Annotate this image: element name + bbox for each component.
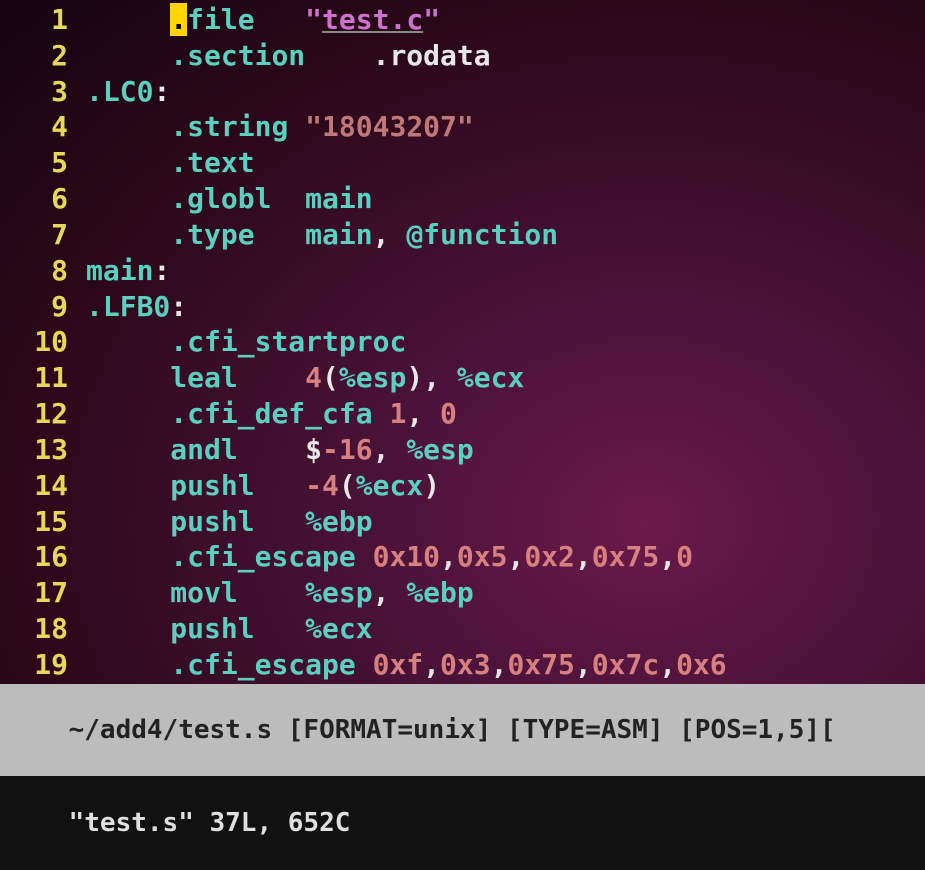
- line-number: 17: [8, 575, 86, 611]
- code-line[interactable]: 16 .cfi_escape 0x10,0x5,0x2,0x75,0: [0, 539, 925, 575]
- line-number: 18: [8, 611, 86, 647]
- code-line[interactable]: 2 .section .rodata: [0, 38, 925, 74]
- code-line[interactable]: 8main:: [0, 253, 925, 289]
- code-content: .globl main: [86, 181, 925, 217]
- cmdline-text: "test.s" 37L, 652C: [69, 808, 351, 838]
- line-number: 10: [8, 324, 86, 360]
- line-number: 15: [8, 504, 86, 540]
- code-area[interactable]: 1 .file "test.c"2 .section .rodata3.LC0:…: [0, 0, 925, 684]
- code-content: .file "test.c": [86, 2, 925, 38]
- status-pos: [POS=1,5][: [679, 715, 836, 745]
- code-content: movl %esp, %ebp: [86, 575, 925, 611]
- code-line[interactable]: 14 pushl -4(%ecx): [0, 468, 925, 504]
- editor-window: 1 .file "test.c"2 .section .rodata3.LC0:…: [0, 0, 925, 870]
- code-content: .text: [86, 145, 925, 181]
- code-line[interactable]: 11 leal 4(%esp), %ecx: [0, 360, 925, 396]
- code-line[interactable]: 3.LC0:: [0, 74, 925, 110]
- code-content: .cfi_startproc: [86, 324, 925, 360]
- code-content: .cfi_escape 0x10,0x5,0x2,0x75,0: [86, 539, 925, 575]
- status-format: [FORMAT=unix]: [288, 715, 492, 745]
- code-content: .type main, @function: [86, 217, 925, 253]
- code-line[interactable]: 9.LFB0:: [0, 289, 925, 325]
- code-line[interactable]: 4 .string "18043207": [0, 109, 925, 145]
- code-line[interactable]: 1 .file "test.c": [0, 2, 925, 38]
- code-line[interactable]: 6 .globl main: [0, 181, 925, 217]
- line-number: 13: [8, 432, 86, 468]
- line-number: 1: [8, 2, 86, 38]
- line-number: 7: [8, 217, 86, 253]
- code-content: .section .rodata: [86, 38, 925, 74]
- code-content: .cfi_def_cfa 1, 0: [86, 396, 925, 432]
- code-line[interactable]: 17 movl %esp, %ebp: [0, 575, 925, 611]
- line-number: 5: [8, 145, 86, 181]
- line-number: 6: [8, 181, 86, 217]
- code-content: pushl -4(%ecx): [86, 468, 925, 504]
- code-line[interactable]: 13 andl $-16, %esp: [0, 432, 925, 468]
- line-number: 9: [8, 289, 86, 325]
- status-bar: ~/add4/test.s [FORMAT=unix] [TYPE=ASM] […: [0, 684, 925, 776]
- line-number: 8: [8, 253, 86, 289]
- line-number: 12: [8, 396, 86, 432]
- code-content: pushl %ebp: [86, 504, 925, 540]
- line-number: 11: [8, 360, 86, 396]
- line-number: 3: [8, 74, 86, 110]
- code-line[interactable]: 15 pushl %ebp: [0, 504, 925, 540]
- status-path: ~/add4/test.s: [69, 715, 273, 745]
- code-content: pushl %ecx: [86, 611, 925, 647]
- line-number: 2: [8, 38, 86, 74]
- code-line[interactable]: 18 pushl %ecx: [0, 611, 925, 647]
- code-line[interactable]: 10 .cfi_startproc: [0, 324, 925, 360]
- code-content: leal 4(%esp), %ecx: [86, 360, 925, 396]
- code-content: andl $-16, %esp: [86, 432, 925, 468]
- line-number: 14: [8, 468, 86, 504]
- code-content: .LFB0:: [86, 289, 925, 325]
- code-content: .cfi_escape 0xf,0x3,0x75,0x7c,0x6: [86, 647, 925, 683]
- code-content: .LC0:: [86, 74, 925, 110]
- code-content: .string "18043207": [86, 109, 925, 145]
- code-line[interactable]: 12 .cfi_def_cfa 1, 0: [0, 396, 925, 432]
- code-line[interactable]: 19 .cfi_escape 0xf,0x3,0x75,0x7c,0x6: [0, 647, 925, 683]
- code-line[interactable]: 7 .type main, @function: [0, 217, 925, 253]
- code-line[interactable]: 5 .text: [0, 145, 925, 181]
- line-number: 19: [8, 647, 86, 683]
- code-content: main:: [86, 253, 925, 289]
- command-line[interactable]: "test.s" 37L, 652C: [0, 776, 925, 870]
- status-type: [TYPE=ASM]: [507, 715, 664, 745]
- line-number: 16: [8, 539, 86, 575]
- line-number: 4: [8, 109, 86, 145]
